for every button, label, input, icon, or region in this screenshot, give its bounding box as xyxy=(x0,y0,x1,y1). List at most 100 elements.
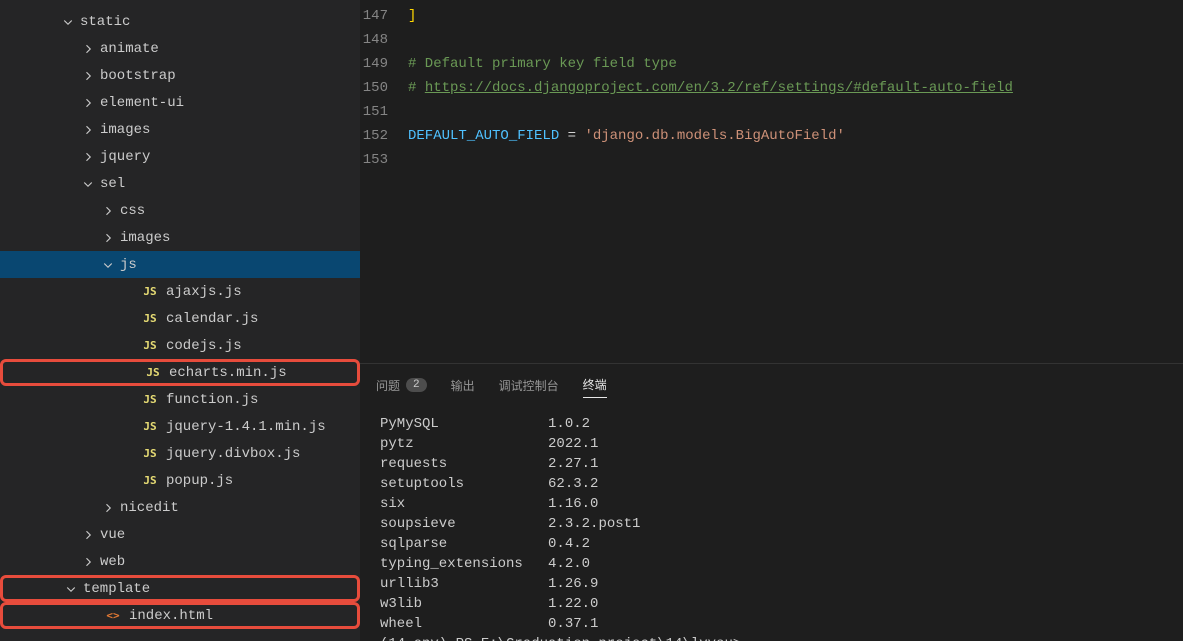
chevron-right-icon[interactable] xyxy=(80,527,96,543)
package-name: sqlparse xyxy=(380,536,548,552)
terminal-output[interactable]: PyMySQL 1.0.2pytz 2022.1requests 2.27.1s… xyxy=(360,402,1183,641)
tree-item-bootstrap[interactable]: bootstrap xyxy=(0,62,360,89)
tree-item-static[interactable]: static xyxy=(0,8,360,35)
chevron-down-icon[interactable] xyxy=(63,581,79,597)
tree-item-ajaxjs-js[interactable]: JSajaxjs.js xyxy=(0,278,360,305)
code-line[interactable]: 150# https://docs.djangoproject.com/en/3… xyxy=(360,76,1183,100)
code-content xyxy=(408,148,1183,172)
line-number: 152 xyxy=(360,124,408,148)
code-token: 'django.db.models.BigAutoField' xyxy=(584,128,844,144)
code-content xyxy=(408,100,1183,124)
terminal-line: six 1.16.0 xyxy=(380,494,1163,514)
tree-item-echarts-min-js[interactable]: JSecharts.min.js xyxy=(0,359,360,386)
code-content: # https://docs.djangoproject.com/en/3.2/… xyxy=(408,76,1183,100)
package-name: setuptools xyxy=(380,476,548,492)
terminal-line: typing_extensions 4.2.0 xyxy=(380,554,1163,574)
code-line[interactable]: 153 xyxy=(360,148,1183,172)
terminal-line: setuptools 62.3.2 xyxy=(380,474,1163,494)
line-number: 147 xyxy=(360,4,408,28)
chevron-right-icon[interactable] xyxy=(80,95,96,111)
package-name: urllib3 xyxy=(380,576,548,592)
tree-item-calendar-js[interactable]: JS calendar.js xyxy=(0,305,360,332)
tree-item-element-ui[interactable]: element-ui xyxy=(0,89,360,116)
tree-item-label: js xyxy=(120,257,137,273)
tree-item-animate[interactable]: animate xyxy=(0,35,360,62)
tree-item-label: element-ui xyxy=(100,95,184,111)
chevron-spacer xyxy=(83,608,99,624)
chevron-right-icon[interactable] xyxy=(80,41,96,57)
chevron-down-icon[interactable] xyxy=(60,14,76,30)
tree-item-jquery-divbox-js[interactable]: JS jquery.divbox.js xyxy=(0,440,360,467)
package-name: PyMySQL xyxy=(380,416,548,432)
tree-item-label: index.html xyxy=(129,608,213,624)
code-editor[interactable]: 147]148149# Default primary key field ty… xyxy=(360,0,1183,363)
code-line[interactable]: 152DEFAULT_AUTO_FIELD = 'django.db.model… xyxy=(360,124,1183,148)
chevron-spacer xyxy=(120,338,136,354)
tree-item-popup-js[interactable]: JSpopup.js xyxy=(0,467,360,494)
tree-item-label: calendar.js xyxy=(166,311,258,327)
chevron-right-icon[interactable] xyxy=(80,149,96,165)
tab-terminal[interactable]: 终端 xyxy=(583,372,607,398)
tree-item-label: jquery.divbox.js xyxy=(166,446,300,462)
package-version: 0.4.2 xyxy=(548,536,590,552)
package-name: w3lib xyxy=(380,596,548,612)
js-file-icon: JS xyxy=(140,471,160,491)
chevron-right-icon[interactable] xyxy=(80,68,96,84)
package-version: 4.2.0 xyxy=(548,556,590,572)
code-content: # Default primary key field type xyxy=(408,52,1183,76)
chevron-right-icon[interactable] xyxy=(80,122,96,138)
tree-item-function-js[interactable]: JSfunction.js xyxy=(0,386,360,413)
js-file-icon: JS xyxy=(140,390,160,410)
code-line[interactable]: 147] xyxy=(360,4,1183,28)
code-content xyxy=(408,28,1183,52)
tree-item-images[interactable]: images xyxy=(0,116,360,143)
terminal-prompt[interactable]: (14 env) PS E:\Graduation project\14\lvy… xyxy=(380,634,1163,641)
tree-item-label: css xyxy=(120,203,145,219)
code-line[interactable]: 148 xyxy=(360,28,1183,52)
tree-item-label: jquery xyxy=(100,149,150,165)
package-version: 1.0.2 xyxy=(548,416,590,432)
tab-output[interactable]: 输出 xyxy=(451,373,475,398)
tree-item-label: web xyxy=(100,554,125,570)
terminal-line: pytz 2022.1 xyxy=(380,434,1163,454)
tree-item-jquery-1-4-1-min-js[interactable]: JSjquery-1.4.1.min.js xyxy=(0,413,360,440)
package-name: typing_extensions xyxy=(380,556,548,572)
tree-item-web[interactable]: web xyxy=(0,548,360,575)
package-version: 2.27.1 xyxy=(548,456,598,472)
terminal-line: requests 2.27.1 xyxy=(380,454,1163,474)
tree-item-template[interactable]: template xyxy=(0,575,360,602)
chevron-down-icon[interactable] xyxy=(80,176,96,192)
file-explorer[interactable]: staticanimate bootstrap element-ui images jq… xyxy=(0,0,360,641)
tree-item-label: bootstrap xyxy=(100,68,176,84)
js-file-icon: JS xyxy=(140,417,160,437)
code-line[interactable]: 151 xyxy=(360,100,1183,124)
code-token: # xyxy=(408,80,425,96)
chevron-down-icon[interactable] xyxy=(100,257,116,273)
package-version: 1.26.9 xyxy=(548,576,598,592)
tab-problems[interactable]: 问题 2 xyxy=(376,373,427,398)
package-name: six xyxy=(380,496,548,512)
tree-item-jquery[interactable]: jquery xyxy=(0,143,360,170)
tree-item-index-html[interactable]: <>index.html xyxy=(0,602,360,629)
chevron-right-icon[interactable] xyxy=(100,230,116,246)
js-file-icon: JS xyxy=(140,444,160,464)
chevron-right-icon[interactable] xyxy=(100,500,116,516)
code-line[interactable]: 149# Default primary key field type xyxy=(360,52,1183,76)
tree-item-sel[interactable]: sel xyxy=(0,170,360,197)
tree-item-nicedit[interactable]: nicedit xyxy=(0,494,360,521)
tab-debug-console[interactable]: 调试控制台 xyxy=(499,373,559,398)
tree-item-css[interactable]: css xyxy=(0,197,360,224)
tree-item-js[interactable]: js xyxy=(0,251,360,278)
tree-item-vue[interactable]: vue xyxy=(0,521,360,548)
package-version: 62.3.2 xyxy=(548,476,598,492)
tree-item-codejs-js[interactable]: JScodejs.js xyxy=(0,332,360,359)
package-version: 1.22.0 xyxy=(548,596,598,612)
js-file-icon: JS xyxy=(140,309,160,329)
main-area: 147]148149# Default primary key field ty… xyxy=(360,0,1183,641)
chevron-right-icon[interactable] xyxy=(80,554,96,570)
tree-item-images[interactable]: images xyxy=(0,224,360,251)
line-number: 148 xyxy=(360,28,408,52)
code-token: ] xyxy=(408,8,416,24)
chevron-right-icon[interactable] xyxy=(100,203,116,219)
js-file-icon: JS xyxy=(143,363,163,383)
